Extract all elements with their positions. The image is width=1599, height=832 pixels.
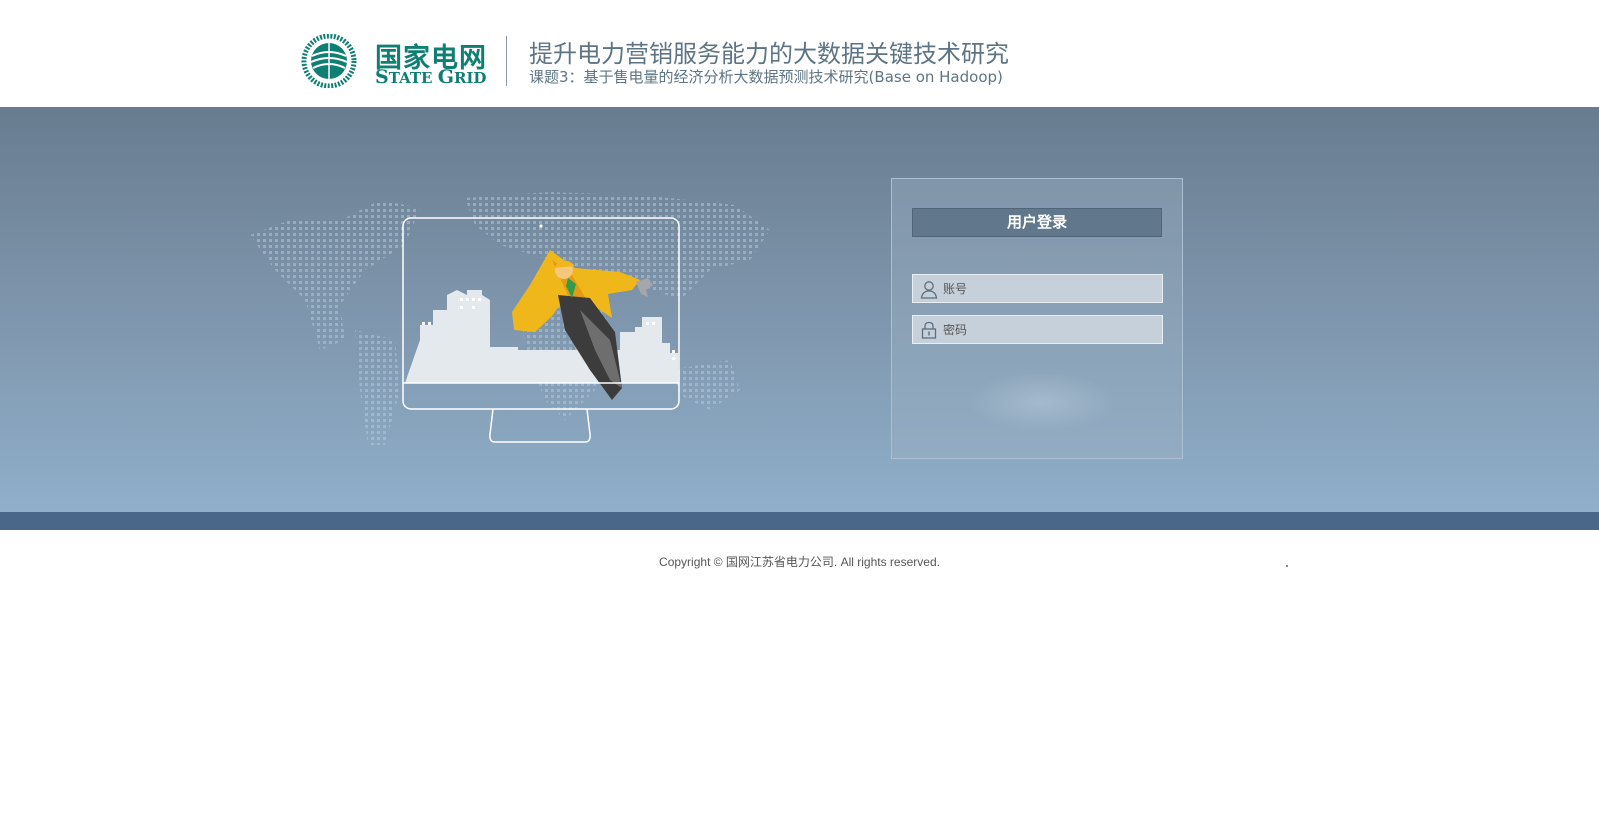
lock-icon <box>921 321 937 339</box>
user-icon <box>920 281 938 299</box>
monitor-illustration <box>250 192 770 445</box>
password-field[interactable] <box>912 315 1163 344</box>
state-grid-emblem-icon <box>301 34 357 88</box>
stray-dot <box>1286 565 1288 567</box>
banner <box>0 107 1599 512</box>
login-title: 用户登录 <box>912 208 1162 237</box>
username-input[interactable] <box>943 277 1155 300</box>
footer-bar <box>0 512 1599 530</box>
page-title: 提升电力营销服务能力的大数据关键技术研究 <box>529 40 1009 68</box>
copyright-text: Copyright © 国网江苏省电力公司. All rights reserv… <box>659 555 940 569</box>
username-field[interactable] <box>912 274 1163 303</box>
world-map-dots <box>250 192 770 445</box>
page-subtitle: 课题3：基于售电量的经济分析大数据预测技术研究(Base on Hadoop) <box>529 68 1003 86</box>
header-divider <box>506 36 507 86</box>
login-button-placeholder[interactable] <box>967 372 1117 432</box>
password-input[interactable] <box>943 318 1155 341</box>
header: 国家电网 STATE GRID 提升电力营销服务能力的大数据关键技术研究 课题3… <box>0 0 1599 107</box>
login-panel: 用户登录 <box>891 178 1183 459</box>
logo-english-text: STATE GRID <box>375 66 487 88</box>
